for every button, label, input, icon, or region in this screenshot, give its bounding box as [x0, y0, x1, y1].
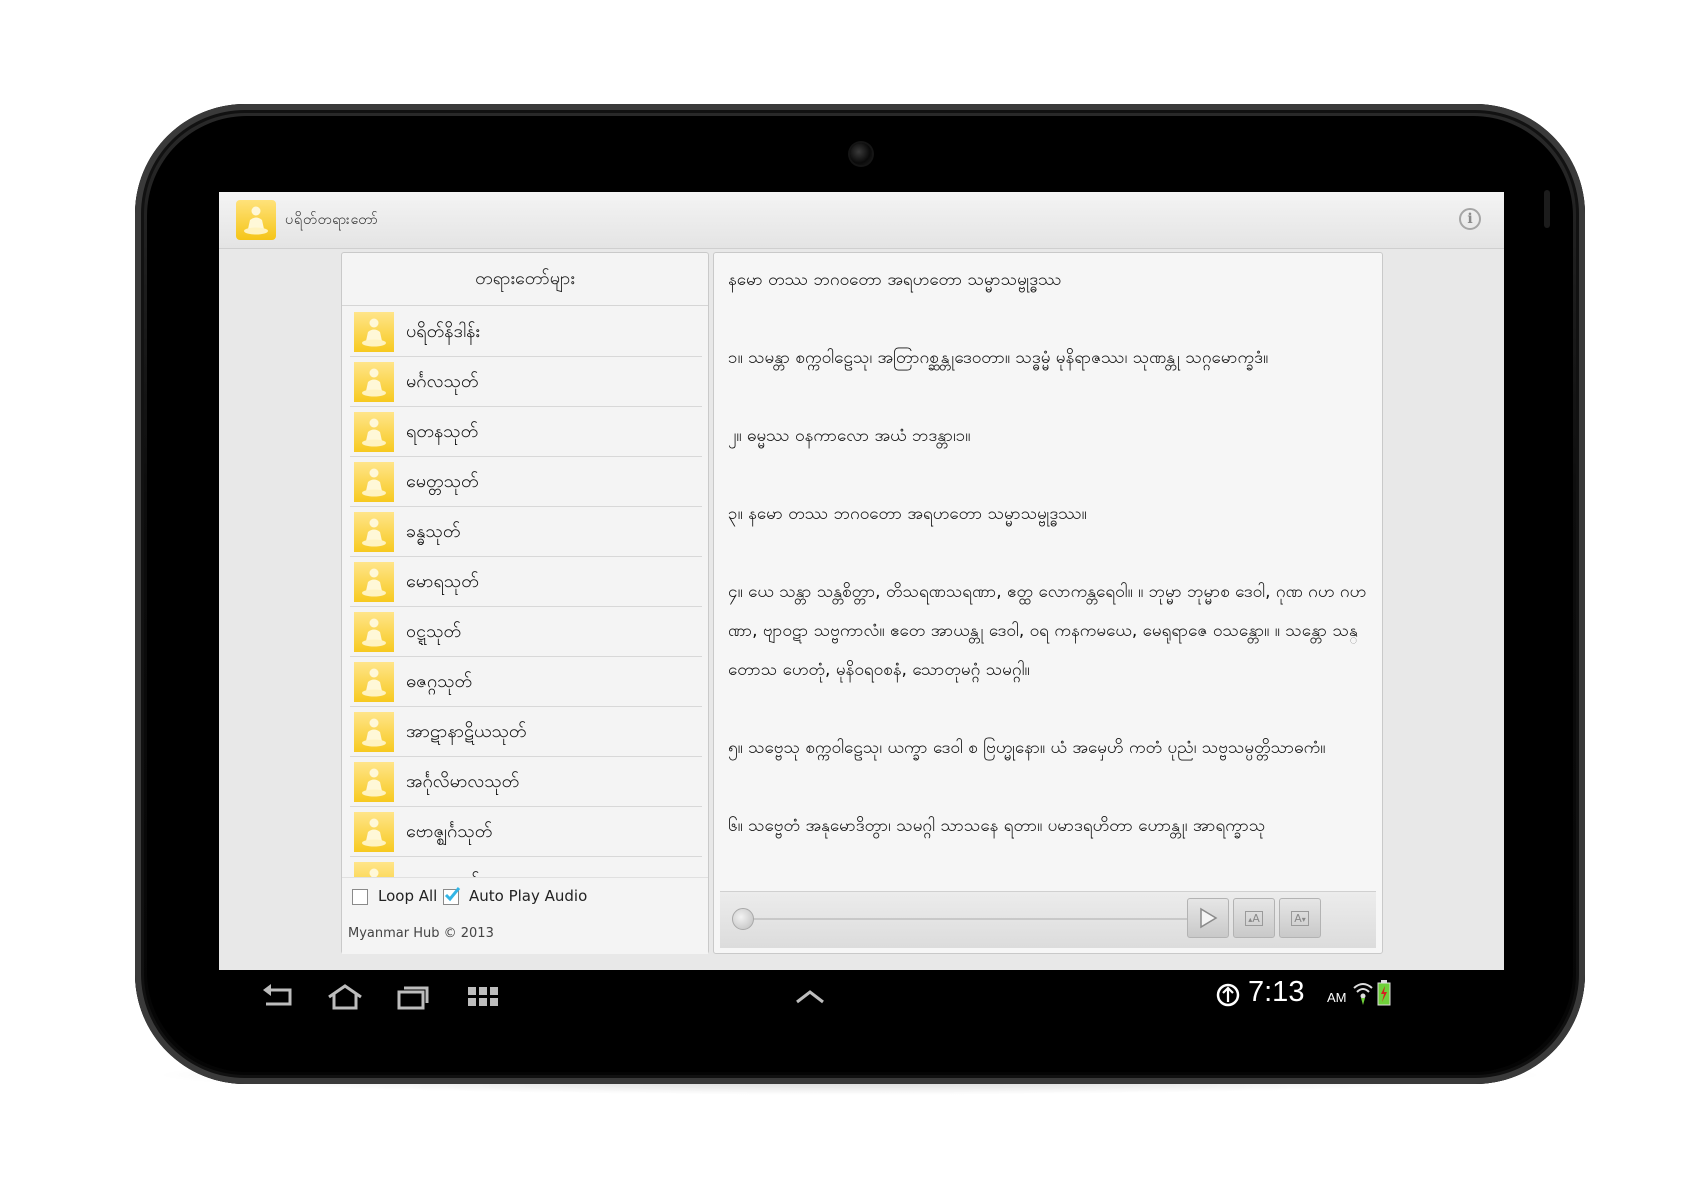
chevron-up-icon[interactable] [790, 980, 830, 1014]
list-item[interactable]: ခန္ဓသုတ် [350, 507, 702, 557]
action-bar: ပရိတ်တရားတော် i [219, 192, 1504, 249]
list-item-label: ပုဗ္ဗဏှသုတ် [406, 857, 480, 877]
buddha-thumbnail-icon [354, 612, 394, 652]
loop-all-label[interactable]: Loop All [378, 887, 437, 905]
font-increase-button[interactable]: ▴A [1233, 898, 1275, 938]
buddha-thumbnail-icon [354, 412, 394, 452]
seek-track[interactable] [742, 918, 1194, 920]
font-increase-label: A [1252, 911, 1260, 925]
verse-paragraph: ၁။ သမန္တာ စက္ကဝါဠေသု၊ အတြာဂစ္ဆန္တုဒေဝတာ။… [728, 348, 1269, 368]
verse-paragraph: ၂။ ဓမ္မဿ ဝနကာလော အယံ ဘဒန္တာ၊၁။ [728, 426, 971, 446]
list-item[interactable]: မောရသုတ် [350, 557, 702, 607]
options-footer: Loop All Auto Play Audio Myanmar Hub © 2… [342, 877, 708, 954]
list-item[interactable]: မင်္ဂလသုတ် [350, 357, 702, 407]
status-ampm: AM [1327, 990, 1347, 1005]
list-item[interactable]: ရတနသုတ် [350, 407, 702, 457]
audio-player: ▴A A▾ [720, 891, 1376, 948]
list-header: တရားတော်များ [342, 253, 708, 306]
buddha-thumbnail-icon [354, 462, 394, 502]
verse-paragraph: ၆။ သဗ္ဗေတံ အနုမောဒိတွာ၊ သမဂ္ဂါ သာသနေ ရတာ… [728, 816, 1266, 836]
app-screen: ပရိတ်တရားတော် i တရားတော်များ ပရိတ်နိဒါန်… [219, 192, 1504, 970]
buddha-thumbnail-icon [354, 712, 394, 752]
verse-paragraph: ၅။ သဗ္ဗေသု စက္ကဝါဠေသု၊ ယက္ခာ ဒေဝါ စ ဗြဟ္… [728, 738, 1326, 758]
list-item[interactable]: ဗောဇ္ဈင်္ဂသုတ် [350, 807, 702, 857]
font-decrease-button[interactable]: A▾ [1279, 898, 1321, 938]
list-item-label: ရတနသုတ် [406, 421, 479, 442]
system-nav-bar: 7:13 AM [219, 970, 1504, 1026]
list-item[interactable]: ပုဗ္ဗဏှသုတ် [350, 857, 702, 877]
buddha-thumbnail-icon [354, 562, 394, 602]
buddha-thumbnail-icon [354, 762, 394, 802]
font-decrease-label: A [1294, 911, 1302, 925]
list-item-label: အာဋာနာဋိယသုတ် [406, 721, 527, 742]
list-item-label: ခန္ဓသုတ် [406, 521, 461, 542]
list-item-label: ပရိတ်နိဒါန်း [406, 321, 480, 342]
list-item-label: ဝဋ္ဋသုတ် [406, 621, 462, 642]
verse-paragraph: ၃။ နမော တဿ ဘဂဝတော အရဟတော သမ္မာသမ္ဗုဒ္ဓဿ။ [728, 504, 1087, 524]
copyright-text: Myanmar Hub © 2013 [348, 926, 494, 941]
list-item-label: မင်္ဂလသုတ် [406, 371, 479, 392]
sutta-list-panel: တရားတော်များ ပရိတ်နိဒါန်းမင်္ဂလသုတ်ရတနသု… [341, 252, 709, 954]
list-item-label: ဗောဇ္ဈင်္ဂသုတ် [406, 821, 493, 842]
list-item[interactable]: ပရိတ်နိဒါန်း [350, 307, 702, 357]
auto-play-label[interactable]: Auto Play Audio [469, 887, 587, 905]
list-item-label: မောရသုတ် [406, 571, 479, 592]
verse-paragraph: ၄။ ယေ သန္တာ သန္တစိတ္တာ, တိသရဏသရဏာ, ဧတ္ထ … [728, 582, 1367, 680]
play-button[interactable] [1187, 898, 1229, 938]
buddha-thumbnail-icon [354, 512, 394, 552]
wifi-icon [1352, 980, 1374, 1010]
buddha-thumbnail-icon [354, 312, 394, 352]
battery-icon [1377, 980, 1391, 1010]
list-item[interactable]: မေတ္တသုတ် [350, 457, 702, 507]
loop-all-checkbox[interactable] [352, 889, 368, 905]
grid-menu-icon[interactable] [463, 980, 503, 1014]
sutta-list[interactable]: ပရိတ်နိဒါန်းမင်္ဂလသုတ်ရတနသုတ်မေတ္တသုတ်ခန… [350, 307, 702, 877]
list-item[interactable]: အင်္ဂုလိမာလသုတ် [350, 757, 702, 807]
list-item-label: ဓဇဂ္ဂသုတ် [406, 671, 473, 692]
font-decrease-arrow-icon: ▾ [1301, 914, 1306, 924]
home-icon[interactable] [325, 980, 365, 1014]
seek-thumb[interactable] [732, 908, 754, 930]
verse-text-area[interactable]: နမော တဿ ဘဂဝတော အရဟတော သမ္မာသမ္ဗုဒ္ဓဿ၁။ သ… [728, 261, 1368, 889]
list-item[interactable]: ဓဇဂ္ဂသုတ် [350, 657, 702, 707]
list-item-label: မေတ္တသုတ် [406, 471, 479, 492]
usb-debug-icon [1215, 982, 1241, 1012]
play-icon [1200, 907, 1218, 929]
list-item-label: အင်္ဂုလိမာလသုတ် [406, 771, 520, 792]
front-camera [850, 143, 872, 165]
side-button [1544, 190, 1550, 228]
list-item[interactable]: ဝဋ္ဋသုတ် [350, 607, 702, 657]
reader-panel: နမော တဿ ဘဂဝတော အရဟတော သမ္မာသမ္ဗုဒ္ဓဿ၁။ သ… [713, 252, 1383, 954]
recent-apps-icon[interactable] [393, 980, 433, 1014]
buddha-thumbnail-icon [354, 812, 394, 852]
buddha-thumbnail-icon [354, 862, 394, 877]
list-item[interactable]: အာဋာနာဋိယသုတ် [350, 707, 702, 757]
verse-paragraph: နမော တဿ ဘဂဝတော အရဟတော သမ္မာသမ္ဗုဒ္ဓဿ [728, 270, 1062, 290]
app-title: ပရိတ်တရားတော် [285, 212, 379, 228]
info-icon[interactable]: i [1459, 208, 1481, 230]
buddha-thumbnail-icon [354, 362, 394, 402]
buddha-thumbnail-icon [354, 662, 394, 702]
auto-play-checkbox[interactable] [443, 887, 461, 905]
back-icon[interactable] [257, 980, 297, 1014]
status-time: 7:13 [1248, 976, 1305, 1008]
buddha-app-icon[interactable] [236, 200, 276, 240]
